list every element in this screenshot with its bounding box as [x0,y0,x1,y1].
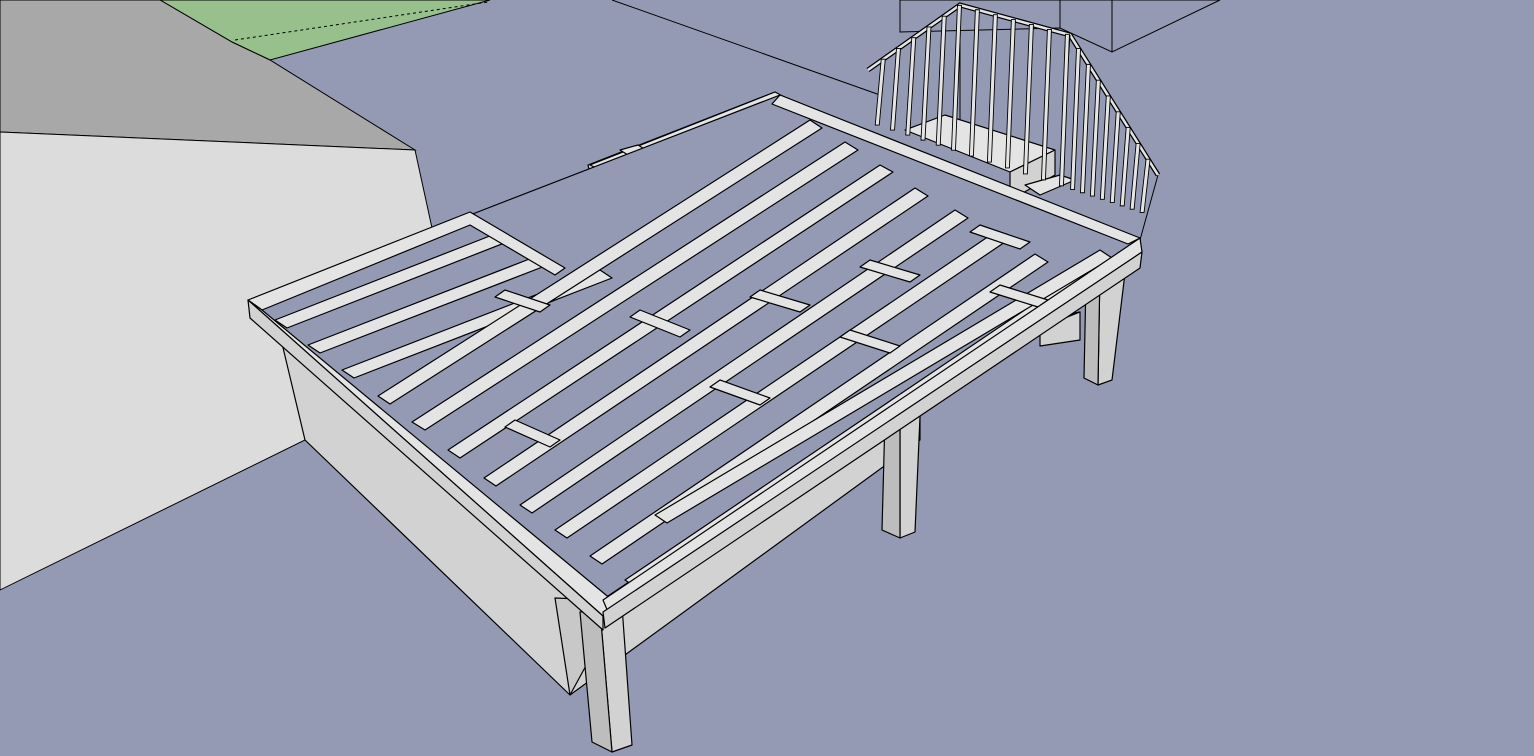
3d-viewport[interactable] [0,0,1534,756]
scene-canvas[interactable] [0,0,1534,756]
